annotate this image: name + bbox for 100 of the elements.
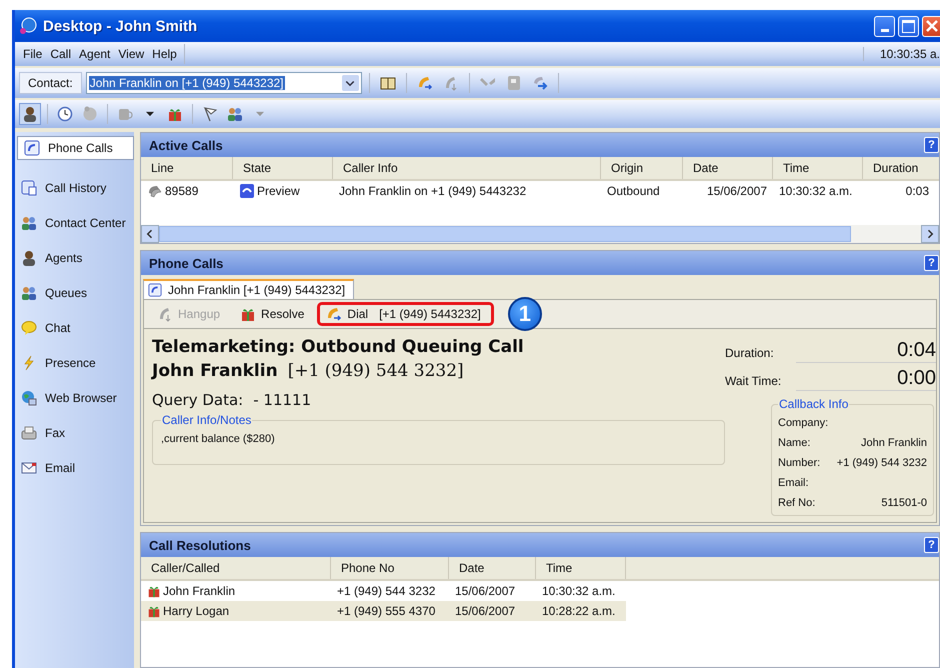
column-header[interactable]: Time <box>536 557 626 579</box>
person-icon <box>21 250 37 266</box>
table-cell-text: Outbound <box>606 183 661 200</box>
column-header[interactable]: Duration <box>863 157 940 179</box>
field-value: John Franklin <box>860 437 927 449</box>
call-heading: Telemarketing: Outbound Queuing Call <box>152 336 525 359</box>
table-cell-text: 15/06/2007 <box>454 583 516 600</box>
people-icon <box>227 106 243 122</box>
menu-item[interactable]: Call <box>46 47 76 61</box>
caller-name: John Franklin <box>152 360 278 383</box>
close-button[interactable] <box>922 16 940 36</box>
column-header[interactable]: Date <box>449 557 536 579</box>
column-header[interactable]: Time <box>773 157 863 179</box>
envelope-icon <box>21 460 37 476</box>
history-icon <box>21 180 37 196</box>
group-title: Caller Info/Notes <box>161 413 252 427</box>
notes-text: ,current balance ($280) <box>161 433 275 445</box>
menu-item[interactable]: Agent <box>75 47 114 61</box>
menu-item[interactable]: Help <box>148 47 181 61</box>
handset-icon <box>157 306 173 322</box>
table-cell: Harry Logan <box>141 601 331 621</box>
globe-icon <box>21 390 37 406</box>
field-value: 511501-0 <box>881 497 927 509</box>
handset-arrow-icon <box>416 75 433 91</box>
caller-number: [+1 (949) 544 3232] <box>288 361 464 381</box>
help-button[interactable]: ? <box>924 255 939 271</box>
agent-button[interactable] <box>19 103 41 125</box>
table-cell-text: 10:28:22 a.m. <box>541 603 616 620</box>
table-cell: John Franklin <box>141 581 331 601</box>
caret-icon <box>255 111 265 117</box>
people-icon <box>21 284 37 300</box>
sidebar-item[interactable]: Agents <box>15 240 134 275</box>
sidebar-item[interactable]: Fax <box>15 415 134 450</box>
phone-icon <box>148 283 162 297</box>
table-cell-text: 15/06/2007 <box>454 603 516 620</box>
table-cell-text: 10:30:32 a.m. <box>541 583 616 600</box>
timer-label: Duration: <box>725 346 774 362</box>
field-value: +1 (949) 544 3232 <box>836 457 927 469</box>
timer-value: 0:04 <box>796 339 936 363</box>
flag-icon <box>202 106 218 122</box>
sidebar-item[interactable]: Chat <box>15 310 134 345</box>
resolve-button[interactable]: Resolve <box>233 302 312 326</box>
column-header[interactable]: Caller Info <box>333 157 601 179</box>
column-header[interactable]: State <box>233 157 333 179</box>
field-label: Ref No: <box>778 497 816 509</box>
menu-item[interactable]: File <box>19 47 46 61</box>
column-header[interactable]: Phone No <box>331 557 449 579</box>
contact-field[interactable]: John Franklin on [+1 (949) 5443232] <box>86 72 362 94</box>
step-badge: 1 <box>508 297 542 331</box>
dial-button[interactable]: Dial [+1 (949) 5443232] <box>317 302 494 326</box>
sidebar-item[interactable]: Web Browser <box>15 380 134 415</box>
query-value: - 11111 <box>253 391 312 409</box>
caret-icon <box>145 111 155 117</box>
person-icon <box>22 106 38 122</box>
field-label: Name: <box>778 437 812 449</box>
horizontal-scrollbar[interactable] <box>141 225 939 243</box>
sidebar-item[interactable]: Presence <box>15 345 134 380</box>
help-button[interactable]: ? <box>924 137 939 153</box>
phone-icon <box>24 140 40 156</box>
panel-title: Active Calls <box>149 138 223 152</box>
field-label: Email: <box>778 477 810 489</box>
handset-arrow-icon <box>326 306 342 322</box>
call-tab[interactable]: John Franklin [+1 (949) 5443232] <box>143 279 354 299</box>
timer-label: Wait Time: <box>725 374 782 390</box>
cup-icon <box>117 106 133 122</box>
sidebar-item[interactable]: Contact Center <box>15 205 134 240</box>
phones-icon <box>147 183 163 199</box>
field-label: Company: <box>778 417 828 429</box>
group-title: Callback Info <box>778 397 850 411</box>
fax-icon <box>21 424 37 440</box>
gift-icon <box>147 604 161 618</box>
column-header[interactable]: Date <box>683 157 773 179</box>
table-cell-text: John Franklin on +1 (949) 5443232 <box>338 183 528 200</box>
help-button[interactable]: ? <box>924 537 939 553</box>
clock: 10:30:35 a. <box>862 47 940 61</box>
column-header[interactable]: Caller/Called <box>141 557 331 579</box>
column-header[interactable]: Origin <box>601 157 683 179</box>
table-cell-text: +1 (949) 555 4370 <box>336 603 436 620</box>
minimize-button[interactable] <box>874 16 895 36</box>
menu-item[interactable]: View <box>114 47 148 61</box>
table-cell-text: 0:03 <box>904 183 930 200</box>
table-cell-text: 15/06/2007 <box>706 183 768 200</box>
field-label: Number: <box>778 457 822 469</box>
window-title: Desktop - John Smith <box>43 18 198 34</box>
sidebar-item[interactable]: Phone Calls <box>17 136 134 160</box>
maximize-button[interactable] <box>898 16 919 36</box>
sidebar-item[interactable]: Email <box>15 450 134 485</box>
sidebar-item[interactable]: Call History <box>15 170 134 205</box>
table-cell-text: 10:30:32 a.m. <box>778 183 854 200</box>
phone-arrow-icon <box>532 75 548 91</box>
sidebar-item[interactable]: Queues <box>15 275 134 310</box>
contact-label: Contact: <box>19 72 82 94</box>
panel-title: Phone Calls <box>149 256 224 270</box>
column-header[interactable]: Line <box>141 157 233 179</box>
book-icon <box>380 75 396 91</box>
timer-value: 0:00 <box>796 367 936 391</box>
handset-icon <box>239 183 255 199</box>
people-icon <box>21 214 37 230</box>
table-cell: Preview <box>233 181 333 201</box>
app-logo-icon <box>19 17 37 35</box>
